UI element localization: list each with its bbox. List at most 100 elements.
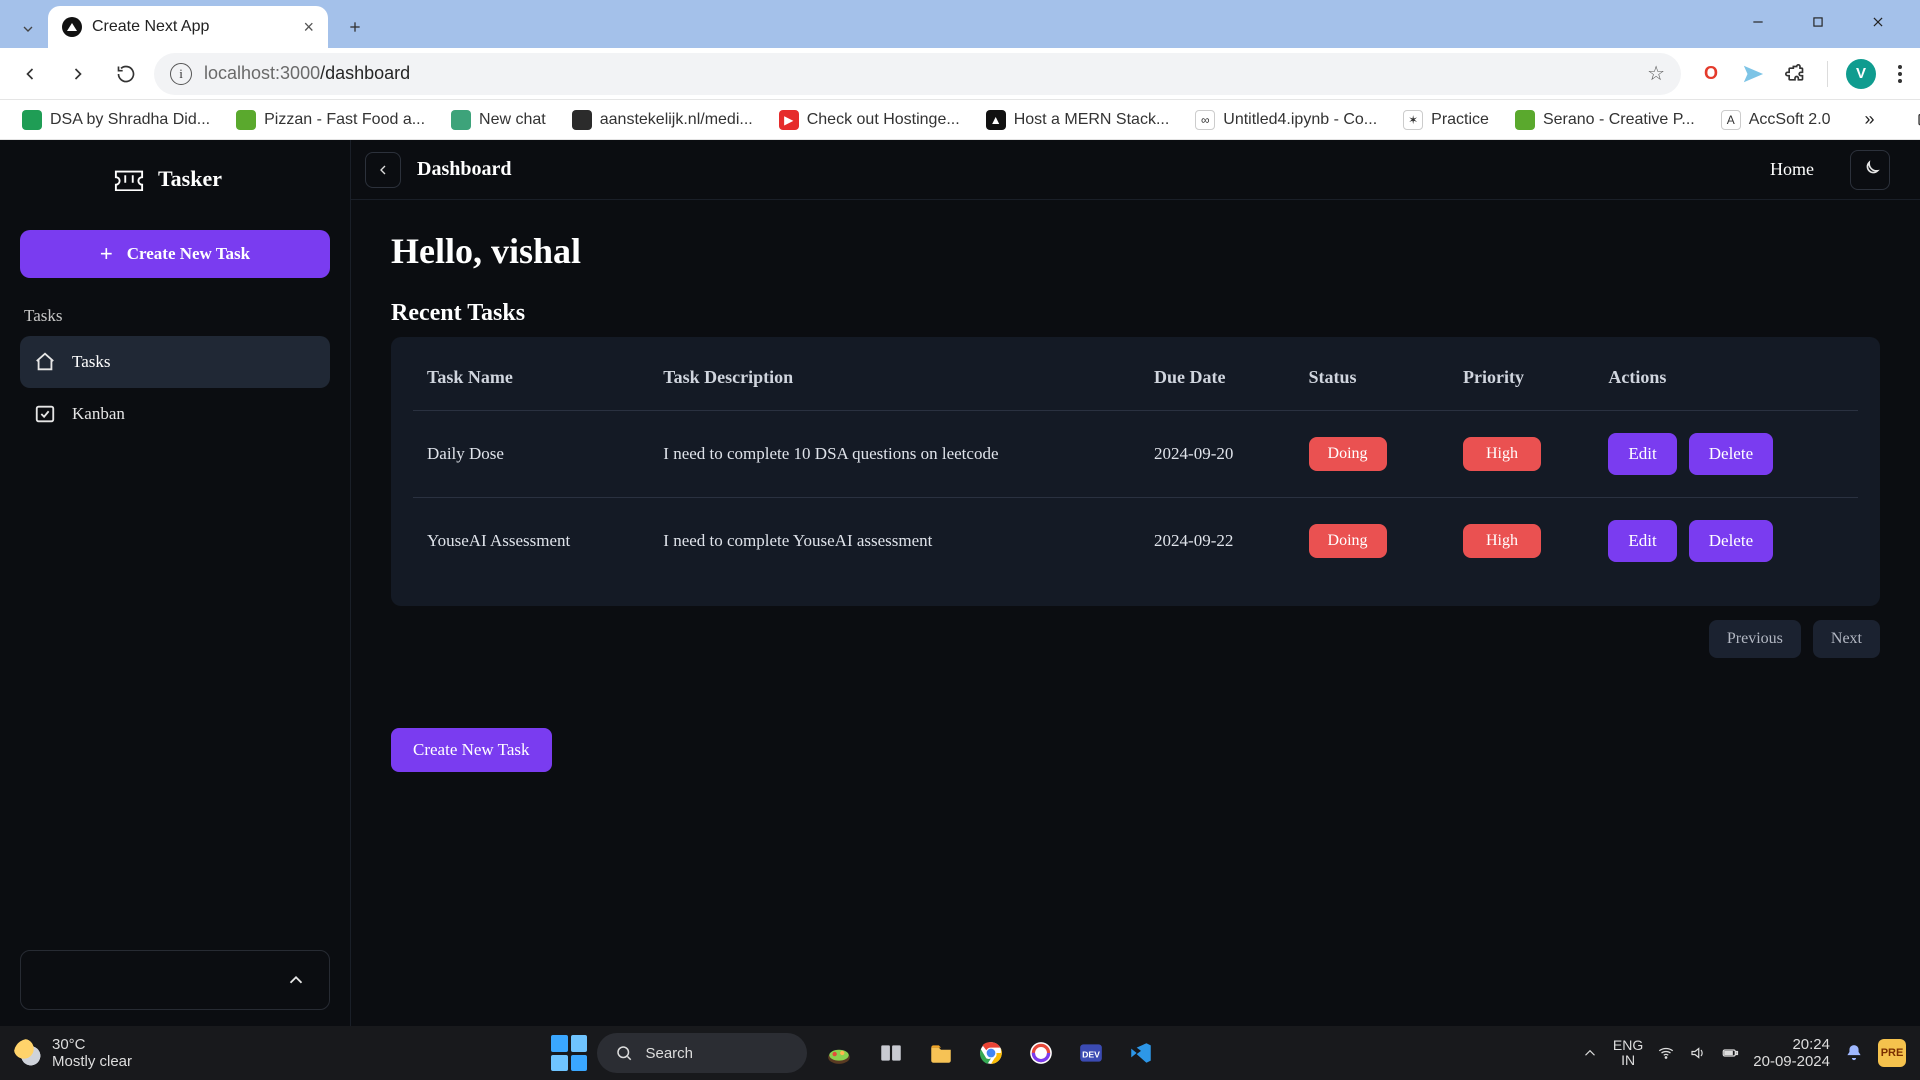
nav-back-button[interactable] (10, 54, 50, 94)
profile-button[interactable]: V (1846, 59, 1876, 89)
input-language-indicator[interactable]: ENG IN (1613, 1038, 1643, 1069)
bookmark-item[interactable]: ▲Host a MERN Stack... (976, 105, 1180, 135)
tray-chevron-icon[interactable] (1581, 1044, 1599, 1062)
cell-priority: High (1449, 498, 1594, 585)
bookmark-item[interactable]: Serano - Creative P... (1505, 105, 1705, 135)
main-column: Dashboard Home Hello, vishal Recent Task… (350, 140, 1920, 1026)
cell-name: YouseAI Assessment (413, 498, 649, 585)
bookmark-item[interactable]: New chat (441, 105, 556, 135)
taskbar-weather[interactable]: 30°C Mostly clear (14, 1036, 132, 1071)
bookmark-item[interactable]: Pizzan - Fast Food a... (226, 105, 435, 135)
cell-desc: I need to complete 10 DSA questions on l… (649, 411, 1140, 498)
col-name: Task Name (413, 345, 649, 411)
col-status: Status (1295, 345, 1449, 411)
col-due: Due Date (1140, 345, 1294, 411)
browser-toolbar: localhost:3000/dashboard ☆ O V (0, 48, 1920, 100)
status-badge: Doing (1309, 437, 1387, 471)
edit-button[interactable]: Edit (1608, 520, 1676, 562)
taskbar-search-placeholder: Search (645, 1045, 693, 1062)
cell-due: 2024-09-20 (1140, 411, 1294, 498)
battery-icon[interactable] (1721, 1044, 1739, 1062)
pager-next-button[interactable]: Next (1813, 620, 1880, 658)
taskbar-clock[interactable]: 20:24 20-09-2024 (1753, 1036, 1830, 1071)
app-brand[interactable]: Tasker (20, 160, 330, 202)
window-close-button[interactable] (1850, 4, 1906, 40)
window-maximize-button[interactable] (1790, 4, 1846, 40)
pager-prev-button[interactable]: Previous (1709, 620, 1801, 658)
edit-button[interactable]: Edit (1608, 433, 1676, 475)
lang-bottom: IN (1621, 1053, 1635, 1068)
taskbar-pinned-taskview-icon[interactable] (871, 1033, 911, 1073)
wifi-icon[interactable] (1657, 1044, 1675, 1062)
toolbar-right: O V (1689, 57, 1910, 91)
create-task-button[interactable]: + Create New Task (20, 230, 330, 278)
app-back-button[interactable] (365, 152, 401, 188)
start-button[interactable] (551, 1035, 587, 1071)
bookmark-item[interactable]: DSA by Shradha Did... (12, 105, 220, 135)
extension-send-icon[interactable] (1739, 60, 1767, 88)
all-bookmarks-button[interactable]: All Bookmarks (1907, 102, 1920, 138)
cell-actions: Edit Delete (1594, 411, 1858, 498)
bookmark-item[interactable]: aanstekelijk.nl/medi... (562, 105, 763, 135)
weather-temp: 30°C (52, 1036, 132, 1053)
tray-badge-icon[interactable]: PRE (1878, 1039, 1906, 1067)
svg-text:DEV: DEV (1083, 1049, 1101, 1059)
address-bar[interactable]: localhost:3000/dashboard ☆ (154, 53, 1681, 95)
tab-close-button[interactable]: × (303, 17, 314, 38)
browser-tab-active[interactable]: Create Next App × (48, 6, 328, 48)
taskbar-pinned-explorer-icon[interactable] (921, 1033, 961, 1073)
notifications-icon[interactable] (1844, 1043, 1864, 1063)
bookmark-item[interactable]: ▶Check out Hostinge... (769, 105, 970, 135)
taskbar-search[interactable]: Search (597, 1033, 807, 1073)
sidebar-item-label: Kanban (72, 404, 125, 424)
home-link[interactable]: Home (1770, 159, 1814, 180)
sidebar-item-kanban[interactable]: Kanban (20, 388, 330, 440)
tab-search-button[interactable] (8, 10, 48, 48)
weather-desc: Mostly clear (52, 1053, 132, 1070)
taskbar-center: Search DEV (132, 1033, 1581, 1073)
bookmark-favicon: ∞ (1195, 110, 1215, 130)
nav-forward-button[interactable] (58, 54, 98, 94)
extensions-button[interactable] (1781, 60, 1809, 88)
cell-status: Doing (1295, 498, 1449, 585)
chevron-up-icon (285, 969, 307, 991)
window-controls (1730, 4, 1912, 40)
bookmarks-overflow-button[interactable]: » (1857, 109, 1883, 130)
bookmark-item[interactable]: ✶Practice (1393, 105, 1499, 135)
sidebar-collapse-toggle[interactable] (20, 950, 330, 1010)
site-info-icon[interactable] (170, 63, 192, 85)
bookmark-label: Practice (1431, 111, 1489, 129)
url-text: localhost:3000/dashboard (204, 63, 410, 84)
bookmark-favicon (22, 110, 42, 130)
window-minimize-button[interactable] (1730, 4, 1786, 40)
taskbar-pinned-chrome-icon[interactable] (971, 1033, 1011, 1073)
taskbar-pinned-salad-icon[interactable] (817, 1033, 861, 1073)
priority-badge: High (1463, 524, 1541, 558)
sidebar-item-tasks[interactable]: Tasks (20, 336, 330, 388)
nav-reload-button[interactable] (106, 54, 146, 94)
content-area: Hello, vishal Recent Tasks Task Name Tas… (351, 200, 1920, 1026)
bookmark-item[interactable]: ∞ Untitled4.ipynb - Co... (1185, 105, 1387, 135)
bookmark-star-icon[interactable]: ☆ (1647, 61, 1665, 86)
extension-opera-icon[interactable]: O (1697, 60, 1725, 88)
taskbar-pinned-vscode-icon[interactable] (1121, 1033, 1161, 1073)
create-task-label: Create New Task (127, 244, 250, 264)
volume-icon[interactable] (1689, 1044, 1707, 1062)
bookmark-label: Untitled4.ipynb - Co... (1223, 111, 1377, 129)
taskbar-pinned-dev-icon[interactable]: DEV (1071, 1033, 1111, 1073)
delete-button[interactable]: Delete (1689, 520, 1773, 562)
tasks-table: Task Name Task Description Due Date Stat… (413, 345, 1858, 584)
tab-title: Create Next App (92, 18, 209, 36)
app-viewport: Tasker + Create New Task Tasks TasksKanb… (0, 140, 1920, 1026)
delete-button[interactable]: Delete (1689, 433, 1773, 475)
chrome-menu-button[interactable] (1890, 57, 1910, 91)
bookmark-label: DSA by Shradha Did... (50, 111, 210, 129)
windows-taskbar: 30°C Mostly clear Search DEV ENG IN 20:2… (0, 1026, 1920, 1080)
theme-toggle-button[interactable] (1850, 150, 1890, 190)
create-task-main-button[interactable]: Create New Task (391, 728, 552, 772)
taskbar-pinned-browser2-icon[interactable] (1021, 1033, 1061, 1073)
bookmark-item[interactable]: AAccSoft 2.0 (1711, 105, 1841, 135)
priority-badge: High (1463, 437, 1541, 471)
weather-icon (14, 1039, 42, 1067)
new-tab-button[interactable] (338, 10, 372, 44)
